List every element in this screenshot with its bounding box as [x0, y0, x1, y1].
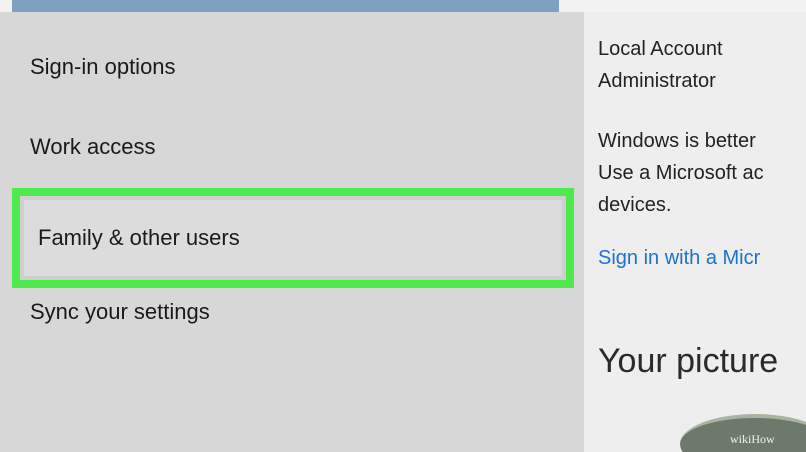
avatar: wikiHow	[680, 414, 806, 452]
header-strip	[0, 0, 806, 12]
account-type-text: Local Account	[598, 38, 723, 60]
header-accent-bar	[12, 0, 559, 12]
nav-item-label: Family & other users	[38, 225, 240, 250]
nav-item-work-access[interactable]: Work access	[0, 120, 584, 174]
nav-item-label: Sync your settings	[30, 299, 210, 324]
watermark-logo: wikiHow	[730, 432, 775, 446]
nav-item-sign-in-options[interactable]: Sign-in options	[0, 40, 584, 94]
your-picture-heading: Your picture	[598, 342, 779, 380]
account-role-text: Administrator	[598, 70, 716, 92]
message-line-2: Use a Microsoft ac	[598, 162, 764, 184]
nav-item-family-and-other-users[interactable]: Family & other users	[12, 188, 574, 288]
settings-nav-pane: Sign-in options Work access Family & oth…	[0, 12, 584, 452]
account-content-pane: Local Account Administrator Windows is b…	[584, 12, 806, 452]
message-line-3: devices.	[598, 194, 672, 216]
message-line-1: Windows is better	[598, 130, 756, 152]
nav-item-label: Work access	[30, 134, 156, 159]
nav-item-sync-your-settings[interactable]: Sync your settings	[0, 285, 584, 339]
nav-item-label: Sign-in options	[30, 54, 176, 79]
sign-in-microsoft-link[interactable]: Sign in with a Micr	[598, 247, 760, 270]
